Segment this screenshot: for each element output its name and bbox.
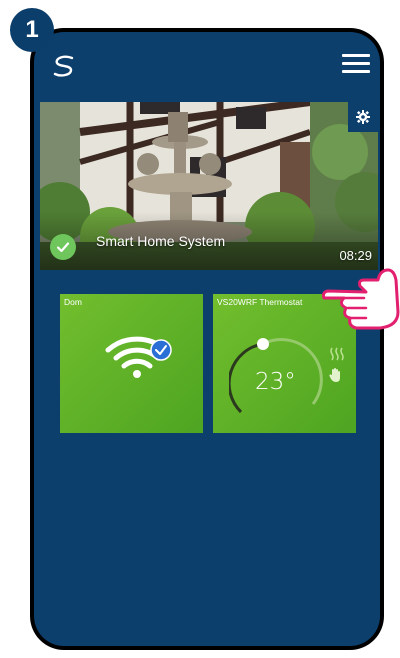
hamburger-menu-icon[interactable] — [342, 54, 372, 76]
salus-s-logo-icon — [53, 55, 74, 77]
gear-glyph — [356, 110, 370, 124]
tile-dom[interactable]: Dom — [60, 294, 203, 433]
thermostat-temperature: 23° — [255, 369, 296, 395]
step-number-badge: 1 — [10, 8, 54, 52]
app-screen: Smart Home System 08:29 Dom VS20WRF Ther… — [34, 32, 380, 646]
gear-icon[interactable] — [348, 102, 378, 132]
banner-title: Smart Home System — [96, 233, 226, 249]
location-banner[interactable]: Smart Home System 08:29 — [40, 102, 378, 270]
tile-label: VS20WRF Thermostat — [217, 297, 303, 307]
heating-icon — [330, 347, 344, 361]
tile-label: Dom — [64, 297, 82, 307]
pointing-hand-icon — [322, 268, 400, 330]
wifi-icon — [105, 336, 172, 378]
top-bar — [34, 32, 380, 92]
check-icon — [50, 234, 76, 260]
manual-hand-icon — [329, 368, 340, 382]
